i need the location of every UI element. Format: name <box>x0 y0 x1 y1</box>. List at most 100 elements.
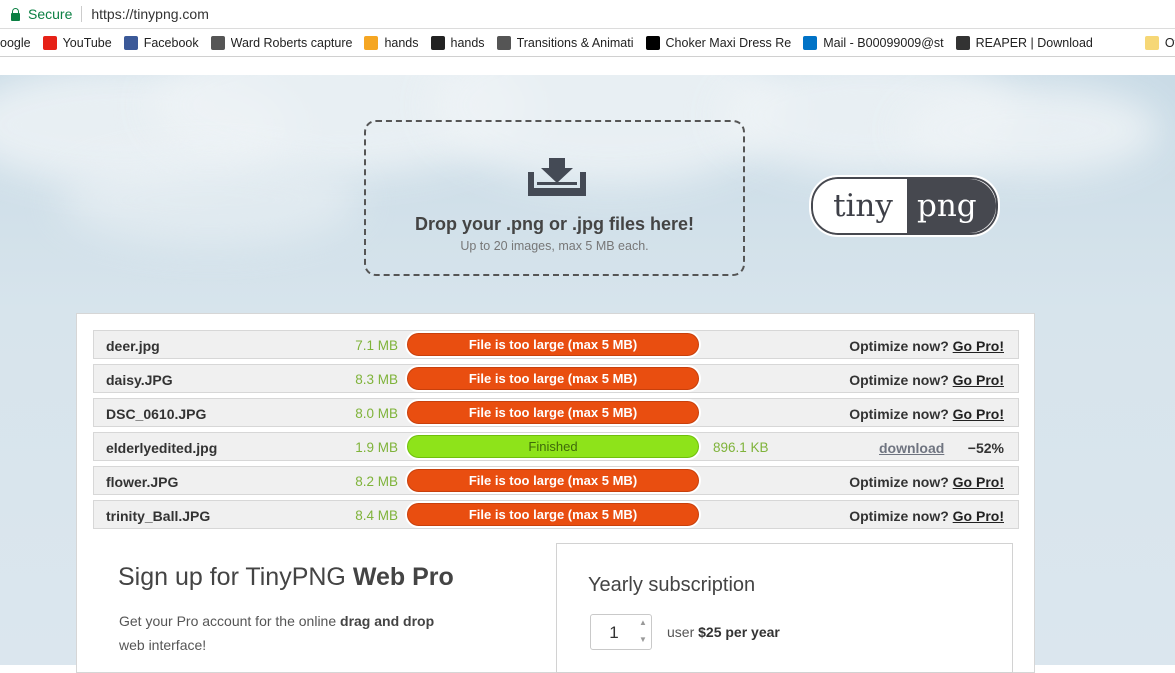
bookmark-label: Other <box>1164 35 1175 50</box>
status-bar-error: File is too large (max 5 MB) <box>407 333 699 356</box>
folder-icon <box>1144 35 1159 50</box>
address-bar[interactable]: Secure https://tinypng.com <box>0 0 1175 29</box>
file-name: daisy.JPG <box>106 372 173 388</box>
bookmark-item[interactable]: hands <box>430 35 485 50</box>
quantity-value[interactable]: 1 <box>591 623 637 643</box>
subscription-price-label: user $25 per year <box>667 624 780 640</box>
file-row: deer.jpg 7.1 MB File is too large (max 5 M… <box>93 330 1019 359</box>
bookmark-item[interactable]: oogle <box>0 36 31 50</box>
optimize-label: Optimize now? <box>849 508 949 524</box>
drop-zone-title: Drop your .png or .jpg files here! <box>414 214 695 234</box>
bookmark-label: YouTube <box>62 35 112 50</box>
signup-text-bold: drag and drop <box>340 613 435 629</box>
bookmark-label: REAPER | Download <box>975 35 1093 50</box>
file-size: 1.9 MB <box>355 440 398 455</box>
bookmark-label: hands <box>384 35 419 50</box>
file-name: deer.jpg <box>106 338 160 354</box>
file-name: flower.JPG <box>106 474 179 490</box>
bookmark-item[interactable]: Ward Roberts capture <box>210 35 353 50</box>
download-link[interactable]: download <box>879 440 944 456</box>
bookmark-item[interactable]: Other <box>1144 35 1175 50</box>
logo-png-text: png <box>907 179 996 233</box>
optimize-prompt: Optimize now? Go Pro! <box>849 338 1004 354</box>
bookmark-item[interactable]: YouTube <box>42 35 112 50</box>
status-bar-error: File is too large (max 5 MB) <box>407 401 699 424</box>
drop-zone-subtitle: Up to 20 images, max 5 MB each. <box>460 239 649 253</box>
file-size: 8.3 MB <box>355 372 398 387</box>
file-size: 7.1 MB <box>355 338 398 353</box>
download-tray-icon <box>528 158 586 196</box>
stepper-down-icon[interactable]: ▼ <box>638 635 648 644</box>
go-pro-link[interactable]: Go Pro! <box>953 338 1004 354</box>
optimize-prompt: Optimize now? Go Pro! <box>849 474 1004 490</box>
status-bar-error: File is too large (max 5 MB) <box>407 367 699 390</box>
reaper-icon <box>955 35 970 50</box>
tinypng-logo[interactable]: tiny png <box>809 175 1000 237</box>
price-label-bold: $25 per year <box>698 624 780 640</box>
saving-percent: −52% <box>967 440 1004 456</box>
url-text[interactable]: https://tinypng.com <box>91 6 209 22</box>
secure-label: Secure <box>28 6 73 22</box>
bookmark-label: Choker Maxi Dress Re <box>665 35 792 50</box>
outlook-icon <box>803 35 818 50</box>
bookmark-label: Ward Roberts capture <box>230 35 353 50</box>
compressed-size: 896.1 KB <box>713 440 769 455</box>
signup-text-prefix: Get your Pro account for the online <box>119 613 341 629</box>
optimize-label: Optimize now? <box>849 372 949 388</box>
ic-icon <box>364 35 379 50</box>
bookmark-item[interactable]: Facebook <box>123 35 199 50</box>
go-pro-link[interactable]: Go Pro! <box>953 474 1004 490</box>
status-bar-finished: Finished <box>407 435 699 458</box>
file-row: DSC_0610.JPG 8.0 MB File is too large (max… <box>93 398 1019 427</box>
bookmark-label: hands <box>450 35 485 50</box>
facebook-icon <box>123 35 138 50</box>
bookmark-label: Mail - B00099009@st <box>823 35 944 50</box>
bookmark-item[interactable]: REAPER | Download <box>955 35 1093 50</box>
m-logo-icon <box>645 35 660 50</box>
go-pro-link[interactable]: Go Pro! <box>953 508 1004 524</box>
optimize-prompt: Optimize now? Go Pro! <box>849 508 1004 524</box>
status-bar-error: File is too large (max 5 MB) <box>407 503 699 526</box>
signup-description: Get your Pro account for the online drag… <box>119 609 479 657</box>
go-pro-link[interactable]: Go Pro! <box>953 372 1004 388</box>
youtube-icon <box>42 35 57 50</box>
subscription-title: Yearly subscription <box>588 574 756 596</box>
file-name: trinity_Ball.JPG <box>106 508 211 524</box>
optimize-label: Optimize now? <box>849 406 949 422</box>
image-thumb-icon <box>430 35 445 50</box>
bookmark-item[interactable]: Transitions & Animati <box>496 35 634 50</box>
people-icon <box>210 35 225 50</box>
optimize-label: Optimize now? <box>849 338 949 354</box>
optimize-prompt: Optimize now? Go Pro! <box>849 372 1004 388</box>
bookmark-label: Transitions & Animati <box>516 35 634 50</box>
logo-tiny-text: tiny <box>813 179 907 233</box>
file-row: flower.JPG 8.2 MB File is too large (max 5… <box>93 466 1019 495</box>
quantity-stepper[interactable]: 1 ▲ ▼ <box>590 614 652 650</box>
file-row: daisy.JPG 8.3 MB File is too large (max 5 … <box>93 364 1019 393</box>
signup-text-suffix: web interface! <box>119 637 207 653</box>
optimize-prompt: Optimize now? Go Pro! <box>849 406 1004 422</box>
signup-title: Sign up for TinyPNG Web Pro <box>118 563 454 592</box>
lock-icon <box>11 7 20 21</box>
bookmark-label: oogle <box>0 35 31 50</box>
price-label-prefix: user <box>667 624 699 640</box>
bookmark-label: Facebook <box>143 35 199 50</box>
file-row: trinity_Ball.JPG 8.4 MB File is too large … <box>93 500 1019 529</box>
bookmark-item[interactable]: hands <box>364 35 419 50</box>
go-pro-link[interactable]: Go Pro! <box>953 406 1004 422</box>
url-divider <box>81 6 83 22</box>
bookmarks-bar: oogle YouTube Facebook Ward Roberts capture… <box>0 29 1175 57</box>
bookmark-item[interactable]: Mail - B00099009@st <box>803 35 944 50</box>
bookmark-item[interactable]: Choker Maxi Dress Re <box>645 35 792 50</box>
signup-title-bold: Web Pro <box>352 563 454 591</box>
file-drop-zone[interactable]: Drop your .png or .jpg files here! Up to… <box>364 120 745 276</box>
stepper-up-icon[interactable]: ▲ <box>638 618 648 627</box>
signup-title-text: Sign up for TinyPNG <box>118 563 353 591</box>
file-row: elderlyedited.jpg 1.9 MB Finished 896.1 KB d… <box>93 432 1019 461</box>
file-size: 8.2 MB <box>355 474 398 489</box>
status-bar-error: File is too large (max 5 MB) <box>407 469 699 492</box>
subscription-box: Yearly subscription 1 ▲ ▼ user $25 per y… <box>556 543 1013 673</box>
file-size: 8.0 MB <box>355 406 398 421</box>
code-icon <box>496 35 511 50</box>
file-name: DSC_0610.JPG <box>106 406 207 422</box>
